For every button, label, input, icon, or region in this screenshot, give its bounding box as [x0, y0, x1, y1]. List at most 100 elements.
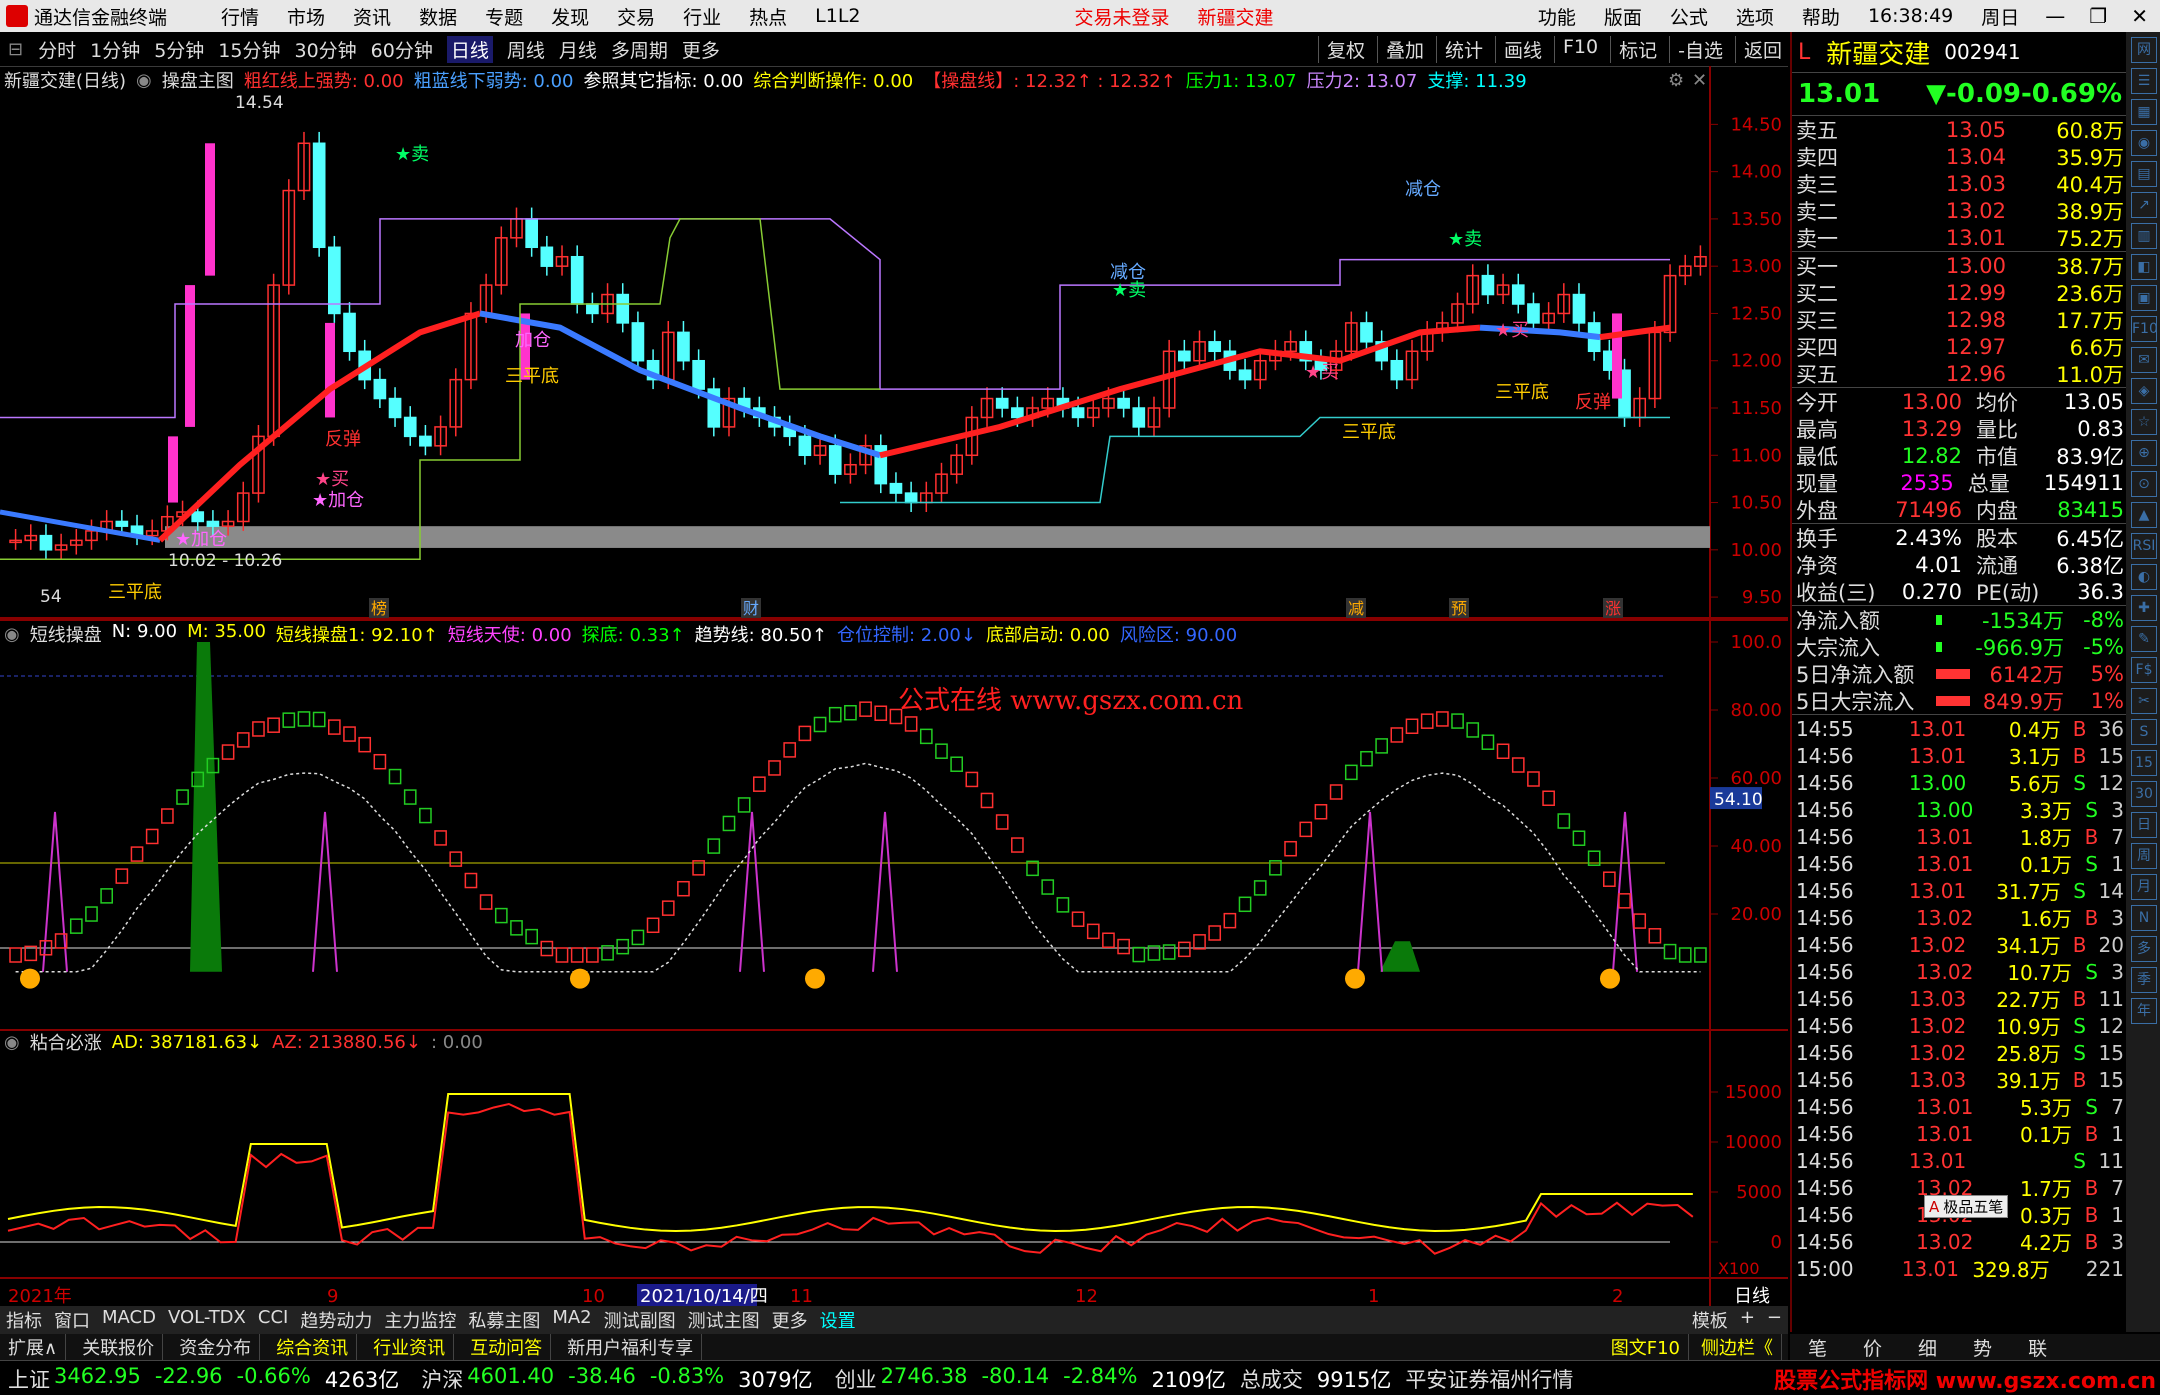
side-tool-icon[interactable]: RSI [2131, 533, 2157, 559]
side-tool-icon[interactable]: 日 [2131, 812, 2157, 838]
indicator-tab[interactable]: VOL-TDX [168, 1307, 246, 1333]
menu-item[interactable]: 发现 [551, 3, 589, 30]
ime-indicator[interactable]: A 极品五笔 [1924, 1195, 2008, 1218]
indicator-tab[interactable]: 设置 [820, 1307, 856, 1333]
side-tool-icon[interactable]: 网 [2131, 37, 2157, 63]
extension-control[interactable]: 图文F10 [1611, 1334, 1689, 1360]
toolbar-button[interactable]: 标记 [1610, 36, 1657, 63]
toolbar-button[interactable]: -自选 [1669, 36, 1723, 63]
chart-canvas[interactable]: 14.50 14.00 13.50 13.00 12.50 12.00 11.50 11.00… [0, 66, 1788, 1306]
indicator1-name[interactable]: 短线操盘 [30, 621, 102, 647]
period-tab[interactable]: 分时 [38, 36, 76, 63]
menu-right-item[interactable]: 选项 [1736, 3, 1774, 30]
stock-name[interactable]: 新疆交建 [1826, 34, 1930, 71]
side-tool-icon[interactable]: ✉ [2131, 347, 2157, 373]
side-tool-icon[interactable]: N [2131, 905, 2157, 931]
indicator-tab[interactable]: 私募主图 [468, 1307, 540, 1333]
side-tool-icon[interactable]: ◧ [2131, 254, 2157, 280]
side-tool-icon[interactable]: ▣ [2131, 285, 2157, 311]
period-tab[interactable]: 多周期 [611, 36, 668, 63]
quote-tab[interactable]: 细 [1918, 1334, 1937, 1361]
menu-right-item[interactable]: 帮助 [1802, 3, 1840, 30]
menu-item[interactable]: 行业 [683, 3, 721, 30]
side-tool-icon[interactable]: ⊕ [2131, 440, 2157, 466]
period-tab[interactable]: 周线 [507, 36, 545, 63]
extension-tab[interactable]: 新用户福利专享 [567, 1334, 702, 1360]
login-status[interactable]: 交易未登录 [1075, 3, 1170, 30]
period-tab[interactable]: 30分钟 [294, 36, 356, 63]
side-tool-icon[interactable]: ▥ [2131, 223, 2157, 249]
index-name[interactable]: 创业 [835, 1364, 877, 1394]
side-tool-icon[interactable]: S [2131, 719, 2157, 745]
tab-control[interactable]: 模板 [1692, 1307, 1728, 1333]
quote-tab[interactable]: 笔 [1808, 1334, 1827, 1361]
side-tool-icon[interactable]: ◉ [2131, 130, 2157, 156]
indicator-tab[interactable]: 更多 [772, 1307, 808, 1333]
side-tool-icon[interactable]: ▤ [2131, 161, 2157, 187]
period-tab[interactable]: 月线 [559, 36, 597, 63]
menu-right-item[interactable]: 公式 [1670, 3, 1708, 30]
toolbar-button[interactable]: 复权 [1318, 36, 1365, 63]
tab-control[interactable]: − [1767, 1307, 1782, 1333]
side-tool-icon[interactable]: 多 [2131, 936, 2157, 962]
menu-right-item[interactable]: 版面 [1604, 3, 1642, 30]
period-tab[interactable]: 1分钟 [90, 36, 140, 63]
indicator-tab[interactable]: CCI [258, 1307, 288, 1333]
quote-tab[interactable]: 势 [1973, 1334, 1992, 1361]
side-tool-icon[interactable]: ▲ [2131, 502, 2157, 528]
side-tool-icon[interactable]: ◈ [2131, 378, 2157, 404]
menu-item[interactable]: 交易 [617, 3, 655, 30]
period-tab[interactable]: 日线 [447, 36, 493, 63]
period-tab[interactable]: 15分钟 [218, 36, 280, 63]
indicator-menu-icon[interactable]: ◉ [4, 1032, 20, 1053]
side-tool-icon[interactable]: ✂ [2131, 688, 2157, 714]
indicator-tab[interactable]: MA2 [552, 1307, 591, 1333]
side-tool-icon[interactable]: ↗ [2131, 192, 2157, 218]
indicator-menu-icon[interactable]: ◉ [4, 624, 20, 645]
side-tool-icon[interactable]: ✚ [2131, 595, 2157, 621]
side-tool-icon[interactable]: 30 [2131, 781, 2157, 807]
restore-icon[interactable]: ❐ [2089, 4, 2107, 28]
period-tab[interactable]: 5分钟 [154, 36, 204, 63]
extension-tab[interactable]: 关联报价 [82, 1334, 163, 1360]
close-icon[interactable]: ✕ [2131, 4, 2148, 28]
period-tab[interactable]: 60分钟 [371, 36, 433, 63]
menu-item[interactable]: 数据 [419, 3, 457, 30]
indicator-tab[interactable]: 测试副图 [604, 1307, 676, 1333]
extension-tab[interactable]: 资金分布 [179, 1334, 260, 1360]
side-tool-icon[interactable]: ☆ [2131, 409, 2157, 435]
side-tool-icon[interactable]: 月 [2131, 874, 2157, 900]
indicator-tab[interactable]: 窗口 [54, 1307, 90, 1333]
toolbar-button[interactable]: 叠加 [1377, 36, 1424, 63]
quote-tab[interactable]: 联 [2028, 1334, 2047, 1361]
extension-tab[interactable]: 互动问答 [470, 1334, 551, 1360]
extension-tab[interactable]: 扩展∧ [8, 1334, 66, 1360]
side-tool-icon[interactable]: ✎ [2131, 626, 2157, 652]
menu-item[interactable]: 热点 [749, 3, 787, 30]
indicator-tab[interactable]: 趋势动力 [300, 1307, 372, 1333]
indicator-tab[interactable]: MACD [102, 1307, 156, 1333]
menu-item[interactable]: L1L2 [815, 5, 860, 27]
indicator-tab[interactable]: 指标 [6, 1307, 42, 1333]
toolbar-button[interactable]: 画线 [1495, 36, 1542, 63]
menu-item[interactable]: 资讯 [353, 3, 391, 30]
tab-control[interactable]: + [1740, 1307, 1755, 1333]
menu-item[interactable]: 专题 [485, 3, 523, 30]
menu-item[interactable]: 市场 [287, 3, 325, 30]
side-tool-icon[interactable]: ▦ [2131, 99, 2157, 125]
indicator2-name[interactable]: 粘合必涨 [30, 1029, 102, 1055]
menu-item[interactable]: 行情 [221, 3, 259, 30]
minimize-icon[interactable]: — [2045, 4, 2065, 28]
side-tool-icon[interactable]: 周 [2131, 843, 2157, 869]
toolbar-button[interactable]: 统计 [1436, 36, 1483, 63]
index-name[interactable]: 沪深 [421, 1364, 463, 1394]
menu-right-item[interactable]: 功能 [1538, 3, 1576, 30]
indicator-tab[interactable]: 主力监控 [384, 1307, 456, 1333]
side-tool-icon[interactable]: 15 [2131, 750, 2157, 776]
quote-tab[interactable]: 价 [1863, 1334, 1882, 1361]
extension-tab[interactable]: 行业资讯 [373, 1334, 454, 1360]
side-tool-icon[interactable]: ◐ [2131, 564, 2157, 590]
extension-tab[interactable]: 综合资讯 [276, 1334, 357, 1360]
toolbar-button[interactable]: F10 [1554, 36, 1598, 63]
side-tool-icon[interactable]: ⊙ [2131, 471, 2157, 497]
